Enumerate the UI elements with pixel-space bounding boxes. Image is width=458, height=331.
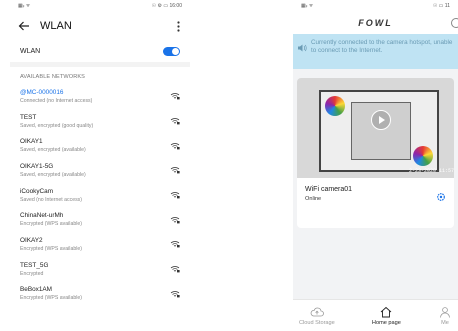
network-status: Saved, encrypted (good quality) xyxy=(20,122,94,129)
wifi-lock-icon xyxy=(170,192,180,199)
more-vertical-icon[interactable] xyxy=(174,20,182,32)
network-name: ChinaNet-urMh xyxy=(20,212,64,220)
play-button[interactable] xyxy=(371,110,391,130)
camera-app-screen: ▦ᵢₗ ᯤ ☉ ▭ 11 FOWL Currently connected to… xyxy=(293,0,458,331)
wlan-toggle-switch[interactable] xyxy=(163,46,180,56)
signal-icon: ▦ᵢₗ ᯤ xyxy=(18,3,31,9)
section-title: AVAILABLE NETWORKS xyxy=(20,74,86,80)
nav-me[interactable]: Me xyxy=(438,306,452,326)
network-status: Encrypted (WPS available) xyxy=(20,295,82,302)
cloud-upload-icon xyxy=(310,307,324,316)
network-row[interactable]: OIKAY2 Encrypted (WPS available) xyxy=(10,232,190,257)
signal-icon: ▦ᵢₗ ᯤ xyxy=(301,3,314,9)
person-icon xyxy=(440,306,450,318)
network-row[interactable]: @MC-0000016 Connected (no Internet access… xyxy=(10,84,190,109)
wlan-toggle-row: WLAN xyxy=(10,40,190,62)
wifi-lock-icon xyxy=(170,216,180,224)
network-status: Saved (no Internet access) xyxy=(20,196,82,203)
network-status: Saved, encrypted (available) xyxy=(20,147,86,154)
back-arrow-icon[interactable] xyxy=(18,19,32,33)
app-logo: FOWL xyxy=(358,18,393,28)
wifi-lock-icon xyxy=(170,241,180,248)
gear-icon[interactable] xyxy=(436,189,446,201)
nav-cloud-storage[interactable]: Cloud Storage xyxy=(299,306,335,326)
network-status: Saved, encrypted (available) xyxy=(20,171,86,178)
page-title: WLAN xyxy=(40,20,72,32)
camera-status: Online xyxy=(305,196,322,202)
wlan-screen: ▦ᵢₗ ᯤ ☉ ⚙ ▭ 16:00 WLAN WLAN AVAILABLE NE… xyxy=(10,0,190,331)
status-bar-clock: ☉ ▭ 11 xyxy=(432,3,450,9)
network-status: Encrypted (WPS available) xyxy=(20,245,82,252)
bottom-nav: Cloud Storage Home page Me xyxy=(293,299,458,331)
video-timestamp: 2-23-2020 11:57 xyxy=(408,168,454,174)
network-name: @MC-0000016 xyxy=(20,88,64,96)
network-row[interactable]: iCookyCam Saved (no Internet access) xyxy=(10,183,190,208)
network-name: TEST_5G xyxy=(20,261,49,269)
network-name: OIKAY1 xyxy=(20,138,43,146)
network-row[interactable]: TEST_5G Encrypted xyxy=(10,257,190,282)
network-row[interactable]: OIKAY1-5G Saved, encrypted (available) xyxy=(10,158,190,183)
camera-info: WiFi camera01 Online xyxy=(297,178,454,210)
wlan-toggle-label: WLAN xyxy=(20,47,41,55)
network-row[interactable]: OIKAY1 Saved, encrypted (available) xyxy=(10,133,190,158)
camera-name: WiFi camera01 xyxy=(305,186,353,193)
wifi-lock-icon xyxy=(170,266,180,273)
wifi-lock-icon xyxy=(170,93,180,100)
speaker-icon xyxy=(297,40,307,52)
camera-thumbnail[interactable]: 2-23-2020 11:57 xyxy=(297,78,454,178)
network-row[interactable]: BeBox1AM Encrypted (WPS available) xyxy=(10,282,190,307)
network-status: Encrypted (WPS available) xyxy=(20,221,82,228)
wlan-header: WLAN xyxy=(10,12,190,40)
network-row[interactable]: ChinaNet-urMh Encrypted (WPS available) xyxy=(10,207,190,232)
wifi-lock-icon xyxy=(170,290,180,298)
network-name: TEST xyxy=(20,113,37,121)
network-name: iCookyCam xyxy=(20,187,54,195)
nav-home-page[interactable]: Home page xyxy=(372,306,401,326)
network-name: BeBox1AM xyxy=(20,286,52,294)
hotspot-notice: Currently connected to the camera hotspo… xyxy=(293,34,458,69)
nav-label: Home page xyxy=(371,319,401,326)
wifi-lock-icon xyxy=(170,142,180,150)
wifi-lock-icon xyxy=(170,167,180,174)
status-bar: ▦ᵢₗ ᯤ ☉ ▭ 11 xyxy=(293,0,458,12)
network-name: OIKAY1-5G xyxy=(20,162,54,170)
nav-label: Me xyxy=(441,319,449,326)
add-device-icon[interactable] xyxy=(451,18,458,28)
status-bar: ▦ᵢₗ ᯤ ☉ ⚙ ▭ 16:00 xyxy=(10,0,190,12)
nav-label: Cloud Storage xyxy=(299,319,335,326)
network-name: OIKAY2 xyxy=(20,236,43,244)
camera-card[interactable]: 2-23-2020 11:57 WiFi camera01 Online xyxy=(297,78,454,228)
test-chart-image xyxy=(319,90,439,172)
network-status: Encrypted xyxy=(20,270,44,277)
network-list: @MC-0000016 Connected (no Internet access… xyxy=(10,84,190,306)
notice-text: Currently connected to the camera hotspo… xyxy=(311,39,453,55)
network-status: Connected (no Internet access) xyxy=(20,97,93,104)
play-icon xyxy=(379,116,385,124)
network-row[interactable]: TEST Saved, encrypted (good quality) xyxy=(10,109,190,134)
app-header: FOWL xyxy=(293,12,458,34)
wifi-lock-icon xyxy=(170,118,180,125)
home-icon xyxy=(381,306,392,317)
status-bar-clock: ☉ ⚙ ▭ 16:00 xyxy=(151,3,182,9)
